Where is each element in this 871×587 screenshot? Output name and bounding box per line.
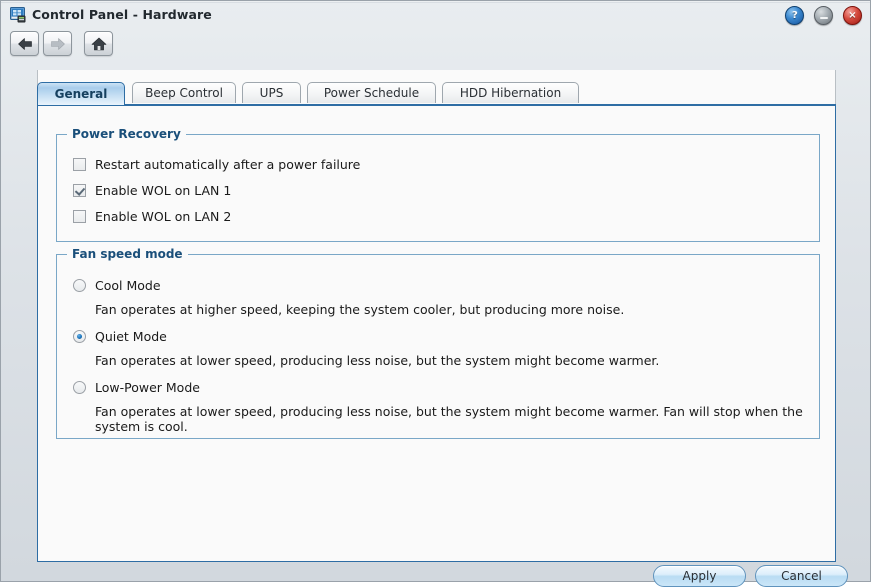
quiet-mode-label: Quiet Mode (95, 329, 167, 344)
restart-automatically-checkbox[interactable] (73, 158, 86, 171)
tab-strip: General Beep Control UPS Power Schedule … (37, 82, 836, 105)
control-panel-window: Control Panel - Hardware ? × General Bee… (0, 0, 871, 587)
restart-automatically-label: Restart automatically after a power fail… (95, 157, 361, 172)
cool-mode-label: Cool Mode (95, 278, 161, 293)
window-controls: ? × (779, 6, 862, 25)
help-button[interactable]: ? (785, 6, 805, 25)
cool-mode-radio[interactable] (73, 279, 86, 292)
radio-row-quiet-mode[interactable]: Quiet Mode (73, 329, 167, 344)
checkbox-row-enable-wol-lan2[interactable]: Enable WOL on LAN 2 (73, 209, 231, 224)
forward-button[interactable] (43, 31, 72, 56)
radio-row-low-power-mode[interactable]: Low-Power Mode (73, 380, 200, 395)
navigation-toolbar (1, 29, 871, 61)
forward-arrow-icon (50, 37, 65, 50)
cool-mode-description: Fan operates at higher speed, keeping th… (95, 302, 625, 317)
home-icon (91, 37, 106, 50)
help-icon: ? (791, 10, 798, 21)
enable-wol-lan1-checkbox[interactable] (73, 184, 86, 197)
radio-row-cool-mode[interactable]: Cool Mode (73, 278, 161, 293)
fan-speed-mode-legend: Fan speed mode (67, 247, 188, 261)
tab-general[interactable]: General (37, 82, 125, 105)
tab-content-general: Power Recovery Restart automatically aft… (37, 104, 848, 587)
checkbox-row-restart-automatically[interactable]: Restart automatically after a power fail… (73, 157, 360, 172)
minimize-icon (819, 16, 828, 19)
tab-ups[interactable]: UPS (242, 82, 301, 103)
title-bar: Control Panel - Hardware ? × (1, 1, 871, 28)
minimize-button[interactable] (814, 6, 834, 25)
back-button[interactable] (10, 31, 39, 56)
window-title: Control Panel - Hardware (32, 7, 212, 22)
apply-button[interactable]: Apply (653, 565, 746, 587)
checkbox-row-enable-wol-lan1[interactable]: Enable WOL on LAN 1 (73, 183, 231, 198)
enable-wol-lan2-checkbox[interactable] (73, 210, 86, 223)
low-power-mode-radio[interactable] (73, 381, 86, 394)
low-power-mode-description: Fan operates at lower speed, producing l… (95, 404, 803, 434)
close-icon: × (848, 10, 857, 21)
fan-speed-mode-group: Fan speed mode Cool Mode Fan operates at… (56, 247, 820, 439)
enable-wol-lan1-label: Enable WOL on LAN 1 (95, 183, 232, 198)
cancel-button[interactable]: Cancel (755, 565, 848, 587)
quiet-mode-radio[interactable] (73, 330, 86, 343)
power-recovery-group: Power Recovery Restart automatically aft… (56, 127, 820, 242)
enable-wol-lan2-label: Enable WOL on LAN 2 (95, 209, 232, 224)
control-panel-icon (10, 7, 27, 23)
power-recovery-legend: Power Recovery (67, 127, 186, 141)
back-arrow-icon (17, 37, 32, 50)
low-power-mode-label: Low-Power Mode (95, 380, 200, 395)
tab-power-schedule[interactable]: Power Schedule (307, 82, 436, 103)
home-button[interactable] (84, 31, 113, 56)
close-button[interactable]: × (843, 6, 862, 25)
tab-hdd-hibernation[interactable]: HDD Hibernation (442, 82, 579, 103)
tab-beep-control[interactable]: Beep Control (132, 82, 236, 103)
quiet-mode-description: Fan operates at lower speed, producing l… (95, 353, 660, 368)
